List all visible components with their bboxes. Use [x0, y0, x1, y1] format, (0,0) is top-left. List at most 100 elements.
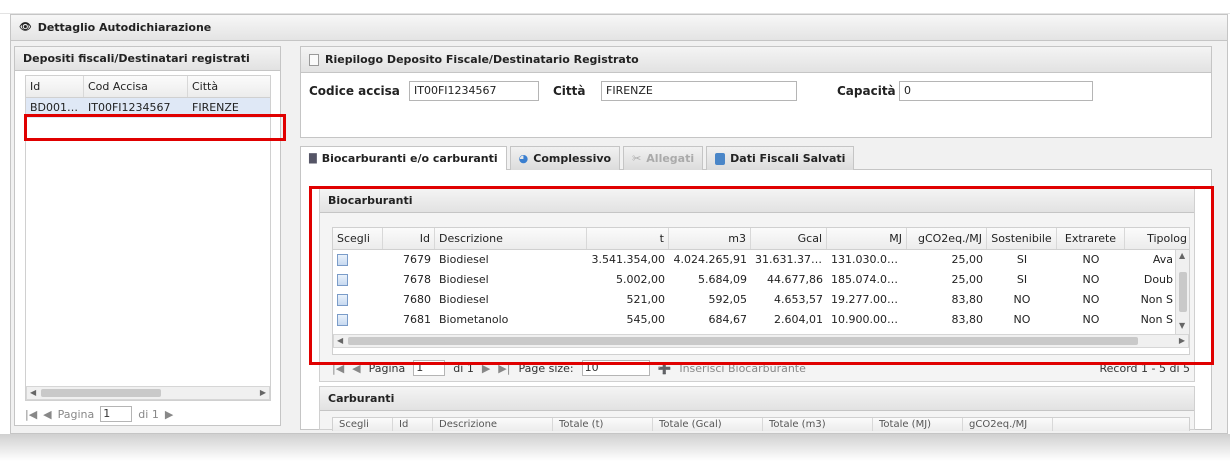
- scroll-right-icon[interactable]: ▶: [1179, 335, 1185, 347]
- table-row[interactable]: 7679 Biodiesel 3.541.354,00 4.024.265,91…: [333, 250, 1189, 270]
- col-gcal[interactable]: Gcal: [751, 228, 827, 249]
- scroll-down-icon[interactable]: ▼: [1179, 320, 1185, 332]
- scroll-up-icon[interactable]: ▲: [1179, 250, 1185, 262]
- select-doc-icon[interactable]: [333, 250, 383, 270]
- carburanti-title: Carburanti: [320, 387, 1194, 411]
- cell-descrizione: Biodiesel: [439, 273, 489, 286]
- cell-id: BD001778: [30, 101, 84, 114]
- cell-t: 5.002,00: [616, 273, 665, 286]
- col-m3[interactable]: m3: [669, 228, 751, 249]
- cell-gcal: 2.604,01: [774, 313, 823, 326]
- codice-accisa-field[interactable]: IT00FI1234567: [409, 81, 539, 101]
- scroll-thumb[interactable]: [348, 337, 1138, 345]
- record-count: Record 1 - 5 di 5: [1099, 361, 1191, 375]
- cell-m3: 5.684,09: [698, 273, 747, 286]
- col-t[interactable]: t: [587, 228, 669, 249]
- col-cod-accisa[interactable]: Cod Accisa: [84, 76, 188, 97]
- col-tipologia[interactable]: Tipolog: [1125, 228, 1189, 249]
- scroll-left-icon[interactable]: ◀: [30, 387, 36, 399]
- select-doc-icon[interactable]: [333, 270, 383, 290]
- table-row[interactable]: 7678 Biodiesel 5.002,00 5.684,09 44.677,…: [333, 270, 1189, 290]
- bio-pager: |◀ ◀ Pagina 1 di 1 ▶ ▶| Page size: 10 ➕ …: [332, 357, 1190, 379]
- prev-page-icon[interactable]: ◀: [352, 362, 360, 375]
- col-id[interactable]: Id: [383, 228, 435, 249]
- col-gco2[interactable]: gCO2eq./MJ: [963, 418, 1053, 431]
- col-id[interactable]: Id: [26, 76, 84, 97]
- page-size-label: Page size:: [518, 361, 574, 375]
- select-doc-icon[interactable]: [333, 290, 383, 310]
- cell-m3: 592,05: [708, 293, 748, 306]
- col-id[interactable]: Id: [393, 418, 433, 431]
- cell-id: 7680: [403, 293, 431, 306]
- cell-sostenibile: NO: [1013, 313, 1031, 326]
- table-row[interactable]: 7680 Biodiesel 521,00 592,05 4.653,57 19…: [333, 290, 1189, 310]
- col-totale-m3[interactable]: Totale (m3): [763, 418, 873, 431]
- cell-cod-accisa: IT00FI1234567: [88, 101, 171, 114]
- tab-content: Biocarburanti Scegli Id Descrizione t m3…: [300, 170, 1212, 431]
- select-doc-icon[interactable]: [333, 310, 383, 330]
- cell-m3: 684,67: [708, 313, 748, 326]
- pager-page-input[interactable]: 1: [100, 406, 133, 422]
- next-page-icon[interactable]: ▶: [482, 362, 490, 375]
- col-sostenibile[interactable]: Sostenibile: [987, 228, 1057, 249]
- tab-dati-fiscali[interactable]: Dati Fiscali Salvati: [706, 146, 855, 170]
- cell-tipologia: Non S: [1140, 313, 1173, 326]
- scroll-thumb[interactable]: [1179, 272, 1187, 312]
- depositi-panel-title: Depositi fiscali/Destinatari registrati: [15, 47, 280, 71]
- biocarburanti-grid: Scegli Id Descrizione t m3 Gcal MJ gCO2e…: [332, 227, 1190, 355]
- table-row[interactable]: 7681 Biometanolo 545,00 684,67 2.604,01 …: [333, 310, 1189, 330]
- pager-page-label: Pagina: [57, 407, 95, 421]
- database-icon: [715, 152, 726, 165]
- col-totale-gcal[interactable]: Totale (Gcal): [653, 418, 763, 431]
- bio-vscrollbar[interactable]: ▲ ▼: [1175, 250, 1189, 334]
- prev-page-icon[interactable]: ◀: [43, 408, 51, 421]
- col-descrizione[interactable]: Descrizione: [435, 228, 587, 249]
- col-totale-mj[interactable]: Totale (MJ): [873, 418, 963, 431]
- col-totale-t[interactable]: Totale (t): [553, 418, 653, 431]
- pager-of-label: di 1: [453, 361, 474, 375]
- tab-biocarburanti[interactable]: ▇ Biocarburanti e/o carburanti: [300, 146, 507, 170]
- depositi-panel: Depositi fiscali/Destinatari registrati …: [14, 46, 281, 426]
- col-scegli[interactable]: Scegli: [333, 228, 383, 249]
- col-mj[interactable]: MJ: [827, 228, 907, 249]
- scroll-left-icon[interactable]: ◀: [337, 335, 343, 347]
- cell-extrarete: NO: [1082, 273, 1100, 286]
- col-gco2[interactable]: gCO2eq./MJ: [907, 228, 987, 249]
- codice-accisa-label: Codice accisa: [309, 84, 400, 98]
- pager-page-input[interactable]: 1: [413, 360, 446, 376]
- capacita-field[interactable]: 0: [899, 81, 1093, 101]
- last-page-icon[interactable]: ▶|: [498, 362, 510, 375]
- carburanti-grid-header: Scegli Id Descrizione Totale (t) Totale …: [332, 417, 1190, 431]
- col-extrarete[interactable]: Extrarete: [1057, 228, 1125, 249]
- insert-biocarburante-button[interactable]: Inserisci Biocarburante: [679, 362, 806, 375]
- table-row[interactable]: BD001778 IT00FI1234567 FIRENZE: [26, 98, 270, 118]
- tab-complessivo[interactable]: ◕ Complessivo: [509, 146, 621, 170]
- bio-hscrollbar[interactable]: ◀ ▶: [333, 334, 1189, 348]
- riepilogo-panel: Riepilogo Deposito Fiscale/Destinatario …: [300, 46, 1212, 138]
- cell-gco2: 25,00: [951, 253, 984, 266]
- carburanti-panel: Carburanti Scegli Id Descrizione Totale …: [319, 386, 1195, 431]
- biocarburanti-title: Biocarburanti: [320, 189, 1194, 213]
- tab-dati-fiscali-label: Dati Fiscali Salvati: [730, 151, 846, 165]
- col-descrizione[interactable]: Descrizione: [433, 418, 553, 431]
- col-citta[interactable]: Città: [188, 76, 270, 97]
- cell-mj: 131.030.09...: [831, 253, 905, 266]
- col-scegli[interactable]: Scegli: [333, 418, 393, 431]
- paperclip-icon: ✂: [632, 151, 642, 165]
- first-page-icon[interactable]: |◀: [332, 362, 344, 375]
- depositi-hscrollbar[interactable]: ◀ ▶: [26, 386, 270, 400]
- scroll-right-icon[interactable]: ▶: [260, 387, 266, 399]
- cell-extrarete: NO: [1082, 253, 1100, 266]
- page-size-select[interactable]: 10: [581, 360, 650, 376]
- cell-t: 3.541.354,00: [591, 253, 665, 266]
- cell-descrizione: Biodiesel: [439, 253, 489, 266]
- tab-complessivo-label: Complessivo: [533, 151, 612, 165]
- citta-field[interactable]: FIRENZE: [601, 81, 797, 101]
- first-page-icon[interactable]: |◀: [25, 408, 37, 421]
- depositi-grid: Id Cod Accisa Città BD001778 IT00FI12345…: [25, 75, 271, 401]
- tab-allegati[interactable]: ✂ Allegati: [623, 146, 704, 170]
- next-page-icon[interactable]: ▶: [165, 408, 173, 421]
- add-icon: ➕: [657, 361, 672, 375]
- scroll-thumb[interactable]: [41, 389, 161, 397]
- cell-m3: 4.024.265,91: [673, 253, 747, 266]
